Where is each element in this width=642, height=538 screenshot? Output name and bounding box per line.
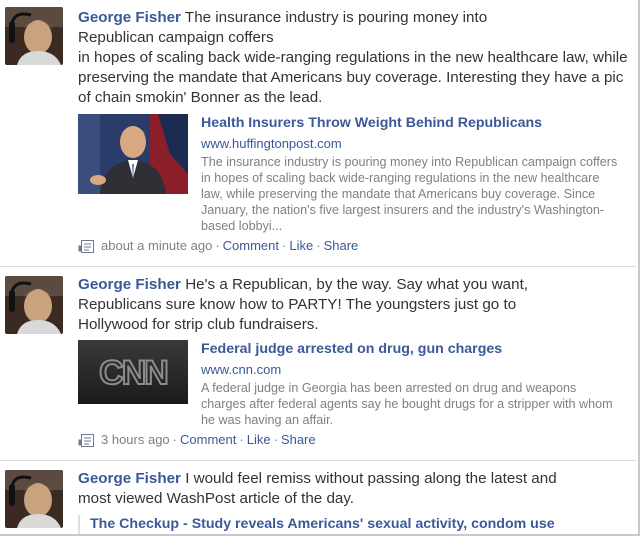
attachment-domain[interactable]: www.cnn.com bbox=[201, 361, 621, 379]
attachment-description: A federal judge in Georgia has been arre… bbox=[201, 381, 613, 427]
news-feed: George Fisher The insurance industry is … bbox=[0, 0, 640, 536]
timestamp[interactable]: about a minute ago bbox=[101, 238, 212, 253]
attachment-domain[interactable]: www.huffingtonpost.com bbox=[201, 135, 621, 153]
feed-story: George Fisher The insurance industry is … bbox=[0, 0, 636, 266]
timestamp[interactable]: 3 hours ago bbox=[101, 432, 170, 447]
story-message: George Fisher I would feel remiss withou… bbox=[78, 470, 557, 507]
link-attachment: CNN Federal judge arrested on drug, gun … bbox=[78, 340, 630, 430]
attachment-thumbnail[interactable] bbox=[78, 114, 188, 194]
link-attachment: The Checkup - Study reveals Americans' s… bbox=[78, 515, 630, 534]
attachment-thumbnail[interactable]: CNN bbox=[78, 340, 188, 404]
attachment-text: Health Insurers Throw Weight Behind Repu… bbox=[201, 114, 621, 234]
comment-link[interactable]: Comment bbox=[180, 432, 236, 447]
note-icon bbox=[78, 434, 95, 451]
story-meta: about a minute ago · Comment · Like · Share bbox=[78, 238, 358, 257]
avatar[interactable] bbox=[5, 276, 63, 334]
feed-story: George Fisher He's a Republican, by the … bbox=[0, 267, 636, 460]
attachment-title[interactable]: The Checkup - Study reveals Americans' s… bbox=[90, 515, 630, 533]
note-icon bbox=[78, 240, 95, 257]
like-link[interactable]: Like bbox=[289, 238, 313, 253]
link-attachment: Health Insurers Throw Weight Behind Repu… bbox=[78, 114, 630, 234]
attachment-title[interactable]: Federal judge arrested on drug, gun char… bbox=[201, 340, 621, 358]
avatar[interactable] bbox=[5, 7, 63, 65]
story-message: George Fisher The insurance industry is … bbox=[78, 9, 488, 46]
author-name[interactable]: George Fisher bbox=[78, 276, 181, 293]
story-meta: 3 hours ago · Comment · Like · Share bbox=[78, 432, 316, 451]
comment-link[interactable]: Comment bbox=[223, 238, 279, 253]
share-link[interactable]: Share bbox=[281, 432, 316, 447]
cnn-logo: CNN bbox=[99, 354, 167, 392]
attachment-description: The insurance industry is pouring money … bbox=[201, 155, 618, 233]
story-message-continued: in hopes of scaling back wide-ranging re… bbox=[78, 49, 628, 106]
author-name[interactable]: George Fisher bbox=[78, 470, 181, 487]
story-message: George Fisher He's a Republican, by the … bbox=[78, 276, 529, 333]
feed-story: George Fisher I would feel remiss withou… bbox=[0, 461, 636, 534]
attachment-text: Federal judge arrested on drug, gun char… bbox=[201, 340, 621, 428]
attachment-title[interactable]: Health Insurers Throw Weight Behind Repu… bbox=[201, 114, 621, 132]
author-name[interactable]: George Fisher bbox=[78, 9, 181, 26]
share-link[interactable]: Share bbox=[324, 238, 359, 253]
like-link[interactable]: Like bbox=[247, 432, 271, 447]
avatar[interactable] bbox=[5, 470, 63, 528]
